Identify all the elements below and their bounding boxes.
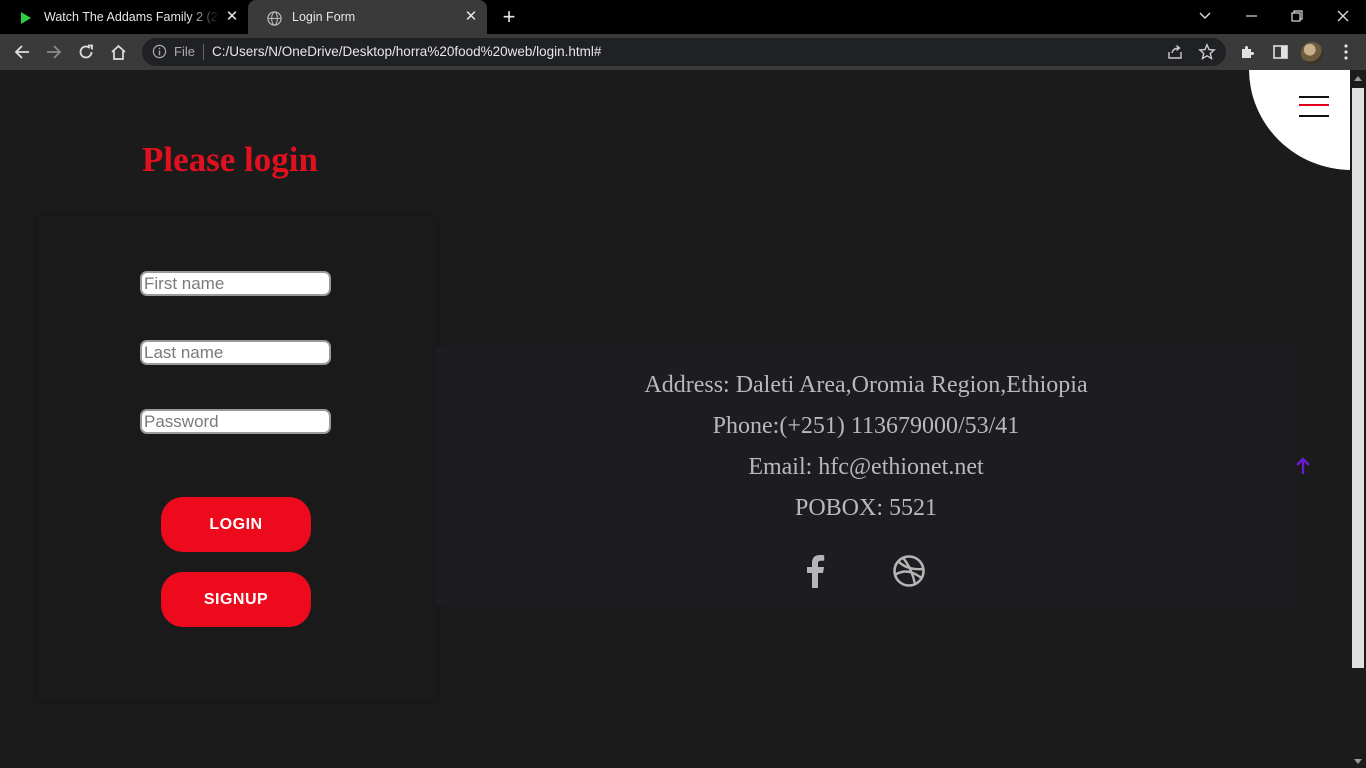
tab-strip: Watch The Addams Family 2 (2021) ✕ Login…	[0, 0, 1366, 34]
vertical-scrollbar[interactable]	[1350, 70, 1366, 768]
minimize-icon[interactable]	[1228, 0, 1274, 32]
login-button[interactable]: LOGIN	[161, 497, 311, 552]
share-icon[interactable]	[1166, 43, 1184, 61]
reload-icon[interactable]	[74, 40, 98, 64]
omnibox-divider	[203, 44, 204, 60]
more-menu-icon[interactable]	[1334, 40, 1358, 64]
tab-addams-family[interactable]: Watch The Addams Family 2 (2021) ✕	[0, 0, 248, 34]
hamburger-icon[interactable]	[1299, 96, 1329, 118]
scroll-up-arrow-icon[interactable]	[1354, 76, 1362, 81]
address-text: Address: Daleti Area,Oromia Region,Ethio…	[644, 372, 1088, 398]
play-icon	[18, 10, 34, 26]
pobox-text: POBOX: 5521	[794, 495, 938, 521]
last-name-field[interactable]	[140, 340, 331, 365]
tab-login-form[interactable]: Login Form ✕	[248, 0, 487, 34]
home-icon[interactable]	[106, 40, 130, 64]
site-info-button[interactable]: File	[152, 44, 195, 59]
url-text[interactable]: C:/Users/N/OneDrive/Desktop/horra%20food…	[212, 44, 601, 60]
facebook-icon[interactable]	[802, 553, 828, 589]
signup-button[interactable]: SIGNUP	[161, 572, 311, 627]
close-window-icon[interactable]	[1320, 0, 1366, 32]
address-bar[interactable]: File C:/Users/N/OneDrive/Desktop/horra%2…	[142, 38, 1226, 66]
extensions-puzzle-icon[interactable]	[1236, 40, 1260, 64]
back-arrow-icon[interactable]	[10, 40, 34, 64]
tab-search-chevron-icon[interactable]	[1182, 0, 1228, 32]
login-heading: Please login	[142, 140, 318, 179]
globe-icon	[266, 10, 282, 26]
close-tab-icon[interactable]: ✕	[224, 9, 240, 25]
arrow-up-icon[interactable]	[1294, 456, 1312, 476]
scheme-label: File	[174, 44, 195, 59]
close-tab-icon[interactable]: ✕	[463, 9, 479, 25]
password-field[interactable]	[140, 409, 331, 434]
email-text: Email: hfc@ethionet.net	[748, 454, 984, 480]
page-viewport: Please login LOGIN SIGNUP Address: Dalet…	[0, 70, 1366, 768]
new-tab-button[interactable]: +	[498, 6, 520, 28]
browser-toolbar: File C:/Users/N/OneDrive/Desktop/horra%2…	[0, 34, 1366, 70]
forward-arrow-icon[interactable]	[42, 40, 66, 64]
scroll-down-arrow-icon[interactable]	[1354, 759, 1362, 764]
tab-title: Login Form	[292, 10, 356, 24]
first-name-field[interactable]	[140, 271, 331, 296]
restore-icon[interactable]	[1274, 0, 1320, 32]
phone-text: Phone:(+251) 113679000/53/41	[712, 413, 1020, 439]
profile-avatar[interactable]	[1301, 42, 1323, 64]
dribbble-icon[interactable]	[892, 554, 926, 588]
menu-corner-background	[1249, 70, 1366, 170]
side-panel-icon[interactable]	[1268, 40, 1292, 64]
info-icon	[152, 44, 167, 59]
scrollbar-thumb[interactable]	[1352, 88, 1364, 668]
tab-title: Watch The Addams Family 2 (2021)	[44, 10, 220, 24]
bookmark-star-icon[interactable]	[1198, 43, 1216, 61]
